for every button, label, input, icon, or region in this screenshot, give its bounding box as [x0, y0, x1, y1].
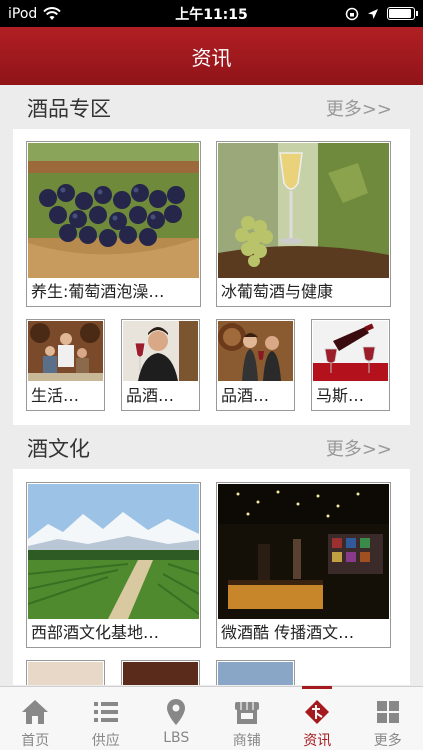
wine-bottle-glasses-image: [313, 321, 388, 381]
tab-more[interactable]: 更多: [353, 687, 423, 750]
vineyard-mountains-image: [28, 484, 199, 619]
tab-supply[interactable]: 供应: [71, 687, 142, 750]
couple-wine-cellar-image: [218, 321, 293, 381]
tab-label: 更多: [373, 733, 402, 749]
grid-icon: [376, 701, 399, 723]
page-title: 资讯: [191, 45, 232, 70]
tab-label: 供应: [91, 733, 120, 749]
man-tasting-wine-image: [123, 321, 198, 381]
tab-home[interactable]: 首页: [0, 687, 71, 750]
news-card[interactable]: 微酒酷 传播酒文…: [216, 482, 391, 648]
news-card[interactable]: 养生:葡萄酒泡澡…: [26, 141, 201, 307]
wifi-icon: [43, 6, 62, 20]
red-grapes-image: [28, 143, 199, 278]
section-title: 酒品专区: [27, 97, 111, 121]
tab-label: LBS: [163, 730, 190, 746]
news-card[interactable]: 冰葡萄酒与健康: [216, 141, 391, 307]
section-header-wine-products: 酒品专区 更多>>: [13, 87, 410, 129]
news-card[interactable]: [216, 660, 295, 685]
tab-label: 资讯: [303, 733, 332, 749]
carrier-label: iPod: [8, 5, 38, 22]
tab-lbs[interactable]: LBS: [141, 687, 212, 750]
news-card-caption: 生活…: [31, 386, 80, 405]
news-card-caption: 冰葡萄酒与健康: [221, 282, 334, 301]
tab-news[interactable]: 资讯: [282, 686, 353, 750]
tab-label: 首页: [21, 733, 50, 749]
news-card-caption: 品酒…: [221, 386, 270, 405]
news-card-caption: 养生:葡萄酒泡澡…: [31, 282, 165, 301]
news-icon: [305, 700, 330, 724]
tab-bar: 首页 供应 LBS 商铺 资讯 更多: [0, 686, 423, 750]
news-card-caption: 品酒…: [126, 386, 175, 405]
battery-icon: [387, 7, 418, 20]
status-time: 上午11:15: [175, 6, 248, 23]
wine-tasting-group-image: [28, 321, 103, 381]
status-bar: iPod 上午11:15: [0, 0, 423, 27]
news-card-caption: 马斯…: [316, 386, 365, 405]
section-header-wine-culture: 酒文化 更多>>: [13, 427, 410, 469]
news-card[interactable]: 西部酒文化基地…: [26, 482, 201, 648]
wine-bar-interior-image: [218, 484, 389, 619]
nav-header: 资讯: [0, 27, 423, 85]
news-card[interactable]: [26, 660, 105, 685]
section-title: 酒文化: [27, 437, 90, 461]
section-panel: 养生:葡萄酒泡澡… 冰葡萄酒与健康 生活… 品酒… 品酒… 马斯…: [13, 129, 410, 425]
news-card[interactable]: [121, 660, 200, 685]
more-link[interactable]: 更多>>: [326, 435, 392, 461]
location-pin-icon: [167, 699, 186, 725]
white-wine-grapes-image: [218, 143, 389, 278]
news-card[interactable]: 品酒…: [216, 319, 295, 411]
news-card-caption: 西部酒文化基地…: [31, 623, 160, 642]
more-link[interactable]: 更多>>: [326, 95, 392, 121]
news-card-caption: 微酒酷 传播酒文…: [221, 623, 355, 642]
location-arrow-icon: [368, 8, 378, 19]
list-icon: [93, 702, 118, 722]
home-icon: [22, 700, 49, 724]
section-panel: 西部酒文化基地… 微酒酷 传播酒文…: [13, 469, 410, 685]
rotation-lock-icon: [345, 7, 359, 20]
store-icon: [234, 702, 259, 724]
news-card[interactable]: 马斯…: [311, 319, 390, 411]
tab-stores[interactable]: 商铺: [212, 687, 283, 750]
news-card[interactable]: 生活…: [26, 319, 105, 411]
tab-label: 商铺: [232, 733, 261, 749]
content-scroll-area[interactable]: 酒品专区 更多>> 养生:葡萄酒泡澡… 冰葡萄酒与健康 生活… 品酒… 品酒… …: [0, 85, 423, 685]
news-card[interactable]: 品酒…: [121, 319, 200, 411]
